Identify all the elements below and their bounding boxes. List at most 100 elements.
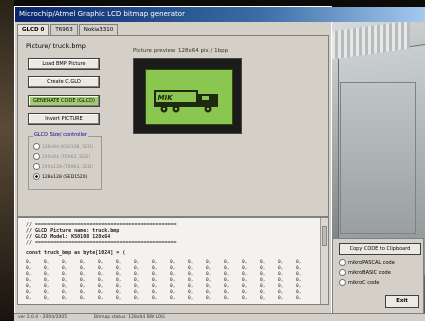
code-cell: 0, xyxy=(134,284,140,289)
preview-resolution: 128x64 pix / 1bpp xyxy=(178,48,229,54)
code-cell: 0, xyxy=(98,260,104,265)
option-label: mikroPASCAL code xyxy=(348,260,395,266)
code-cell: 0, xyxy=(44,266,50,271)
controller-legend: GLCD Size/ controller xyxy=(33,132,88,138)
code-cell: 0, xyxy=(98,296,104,301)
controller-option-3[interactable]: 240x128 (T6963, SED) xyxy=(33,163,93,170)
code-cell: 0, xyxy=(224,296,230,301)
code-cell: 0, xyxy=(80,272,86,277)
code-cell: 0, xyxy=(260,260,266,265)
option-label: mikroC code xyxy=(348,280,380,286)
code-cell: 0, xyxy=(188,284,194,289)
code-cell: 0, xyxy=(278,260,284,265)
lcd-module-screen xyxy=(340,82,416,234)
code-cell: 0, xyxy=(260,284,266,289)
option-label: 240x128 (T6963, SED) xyxy=(42,165,94,170)
code-cell: 0, xyxy=(296,296,302,301)
code-cell: 0, xyxy=(26,260,32,265)
code-cell: 0, xyxy=(98,278,104,283)
code-cell: 0, xyxy=(224,272,230,277)
code-cell: 0, xyxy=(224,266,230,271)
code-cell: 0, xyxy=(296,278,302,283)
app-window: Microchip/Atmel Graphic LCD bitmap gener… xyxy=(14,6,425,320)
code-cell: 0, xyxy=(170,290,176,295)
output-panel: Copy CODE to Clipboard mikroPASCAL code … xyxy=(332,238,424,316)
code-cell: 0, xyxy=(134,266,140,271)
exit-button[interactable]: Exit xyxy=(385,295,419,308)
code-cell: 0, xyxy=(62,284,68,289)
controller-group: GLCD Size/ controller 128x64 (KS0108, SE… xyxy=(28,132,102,190)
code-cell: 0, xyxy=(242,272,248,277)
code-cell: 0, xyxy=(170,272,176,277)
window-titlebar[interactable]: Microchip/Atmel Graphic LCD bitmap gener… xyxy=(15,7,425,22)
scroll-thumb[interactable] xyxy=(322,226,327,246)
radio-icon xyxy=(339,259,346,266)
code-cell: 0, xyxy=(170,266,176,271)
option-label: 240x64 (T6963, SED) xyxy=(42,155,91,160)
code-scrollbar[interactable] xyxy=(320,218,328,304)
code-cell: 0, xyxy=(206,290,212,295)
create-gld-button[interactable]: Create C.GLD xyxy=(28,76,100,88)
code-cell: 0, xyxy=(152,296,158,301)
code-cell: 0, xyxy=(98,290,104,295)
code-cell: 0, xyxy=(134,272,140,277)
copy-code-button[interactable]: Copy CODE to Clipboard xyxy=(339,243,421,255)
code-cell: 0, xyxy=(62,296,68,301)
code-cell: 0, xyxy=(26,266,32,271)
code-cell: 0, xyxy=(116,266,122,271)
output-option-c[interactable]: mikroC code xyxy=(339,279,379,286)
code-cell: 0, xyxy=(62,266,68,271)
code-cell: 0, xyxy=(260,266,266,271)
code-cell: 0, xyxy=(278,296,284,301)
code-output[interactable]: // =====================================… xyxy=(17,217,329,305)
code-cell: 0, xyxy=(152,278,158,283)
code-cell: 0, xyxy=(224,260,230,265)
code-cell: 0, xyxy=(44,272,50,277)
load-bmp-button[interactable]: Load BMP Picture xyxy=(28,58,100,70)
code-cell: 0, xyxy=(170,284,176,289)
code-cell: 0, xyxy=(152,284,158,289)
tab-glcd[interactable]: GLCD 0 xyxy=(17,24,50,35)
invert-picture-button[interactable]: Invert PICTURE xyxy=(28,113,100,125)
output-option-pascal[interactable]: mikroPASCAL code xyxy=(339,259,395,266)
code-cell: 0, xyxy=(80,260,86,265)
tab-nokia[interactable]: Nokia3310 xyxy=(78,24,119,35)
code-cell: 0, xyxy=(188,290,194,295)
code-cell: 0, xyxy=(80,290,86,295)
code-cell: 0, xyxy=(116,278,122,283)
code-cell: 0, xyxy=(206,278,212,283)
code-cell: 0, xyxy=(170,296,176,301)
generate-code-button[interactable]: GENERATE CODE (GLCD) xyxy=(28,95,100,107)
code-cell: 0, xyxy=(206,296,212,301)
code-cell: 0, xyxy=(188,266,194,271)
code-cell: 0, xyxy=(26,284,32,289)
controller-option-4[interactable]: 128x128 (SED1520) xyxy=(33,173,87,180)
code-cell: 0, xyxy=(80,296,86,301)
code-cell: 0, xyxy=(134,278,140,283)
controller-option-2[interactable]: 240x64 (T6963, SED) xyxy=(33,153,90,160)
code-cell: 0, xyxy=(80,266,86,271)
code-header-line: // =====================================… xyxy=(26,240,177,246)
code-cell: 0, xyxy=(242,260,248,265)
option-label: mikroBASIC code xyxy=(348,270,391,276)
code-cell: 0, xyxy=(278,284,284,289)
output-option-basic[interactable]: mikroBASIC code xyxy=(339,269,391,276)
tab-t6963[interactable]: T6963 xyxy=(50,24,78,35)
code-cell: 0, xyxy=(152,266,158,271)
tab-strip: GLCD 0 T6963 Nokia3310 xyxy=(17,24,119,35)
background-photo-left xyxy=(0,0,14,320)
code-cell: 0, xyxy=(134,260,140,265)
code-cell: 0, xyxy=(260,278,266,283)
radio-icon xyxy=(33,163,40,170)
controller-option-1[interactable]: 128x64 (KS0108, SED) xyxy=(33,143,93,150)
radio-icon xyxy=(339,269,346,276)
code-cell: 0, xyxy=(44,296,50,301)
code-cell: 0, xyxy=(98,272,104,277)
code-cell: 0, xyxy=(44,284,50,289)
code-cell: 0, xyxy=(116,272,122,277)
code-cell: 0, xyxy=(188,278,194,283)
code-cell: 0, xyxy=(278,266,284,271)
code-cell: 0, xyxy=(116,260,122,265)
svg-text:MIK: MIK xyxy=(157,93,174,102)
code-cell: 0, xyxy=(98,284,104,289)
